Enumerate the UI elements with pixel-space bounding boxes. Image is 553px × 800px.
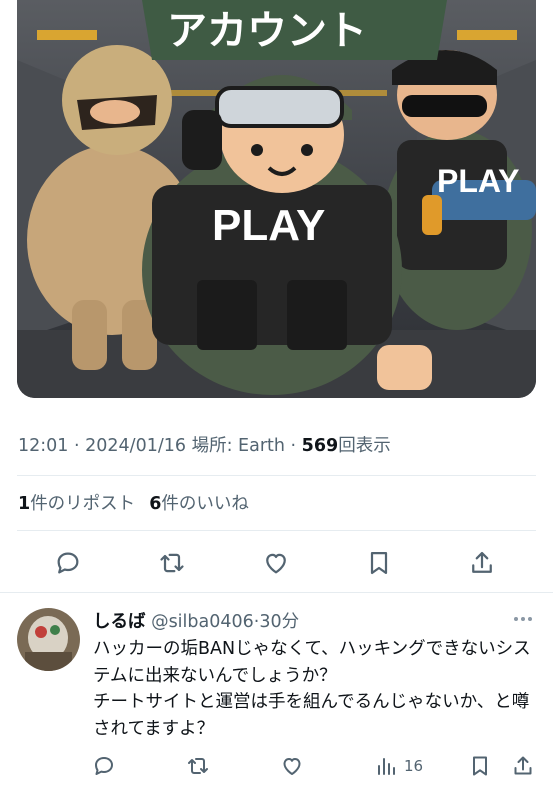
- tweet-time[interactable]: 12:01: [18, 436, 68, 456]
- more-options-icon[interactable]: [512, 614, 534, 624]
- views-count: 569: [301, 436, 339, 456]
- engagement-stats: 1件のリポスト 6件のいいね: [18, 490, 249, 515]
- likes-label: 件のいいね: [161, 494, 249, 514]
- reply-display-name[interactable]: しるば: [93, 612, 146, 632]
- reply-action-bar: 16: [0, 752, 553, 782]
- banner-text: アカウント: [167, 8, 367, 54]
- tweet-action-bar: [0, 543, 553, 583]
- like-icon[interactable]: [262, 549, 290, 577]
- likes-link[interactable]: 6件のいいね: [149, 494, 249, 514]
- vest-text-center: PLAY: [212, 201, 325, 250]
- views-label: 回表示: [338, 436, 391, 456]
- reply-icon[interactable]: [92, 754, 116, 778]
- meta-separator: ·: [68, 436, 86, 456]
- divider: [17, 475, 536, 476]
- bookmark-icon[interactable]: [468, 754, 492, 778]
- divider: [17, 530, 536, 531]
- tweet-meta: 12:01 · 2024/01/16 場所: Earth · 569回表示: [18, 432, 391, 457]
- reposts-link[interactable]: 1件のリポスト: [18, 494, 135, 514]
- meta-separator: ·: [284, 436, 302, 456]
- likes-count: 6: [149, 494, 162, 514]
- reply-header: しるば @silba0406·30分: [93, 608, 299, 633]
- tweet-date[interactable]: 2024/01/16: [85, 436, 186, 456]
- bookmark-icon[interactable]: [365, 549, 393, 577]
- repost-icon[interactable]: [158, 549, 186, 577]
- reply-time[interactable]: 30分: [259, 612, 299, 632]
- reply-handle[interactable]: @silba0406: [146, 612, 254, 632]
- share-icon[interactable]: [511, 754, 535, 778]
- reposts-label: 件のリポスト: [30, 494, 136, 514]
- share-icon[interactable]: [468, 549, 496, 577]
- vest-text-right: PLAY: [437, 163, 519, 199]
- reply-views-count: 16: [404, 757, 424, 775]
- tweet-media-image[interactable]: PLAY PLAY アカウント: [17, 0, 536, 398]
- avatar[interactable]: [17, 608, 80, 671]
- repost-icon[interactable]: [186, 754, 210, 778]
- reposts-count: 1: [18, 494, 31, 514]
- like-icon[interactable]: [280, 754, 304, 778]
- views-icon[interactable]: [374, 754, 398, 778]
- divider: [0, 592, 553, 593]
- reply-icon[interactable]: [54, 549, 82, 577]
- reply-text: ハッカーの垢BANじゃなくて、ハッキングできないシステムに出来ないんでしょうか？…: [93, 639, 531, 739]
- tweet-location: 場所: Earth: [186, 436, 285, 456]
